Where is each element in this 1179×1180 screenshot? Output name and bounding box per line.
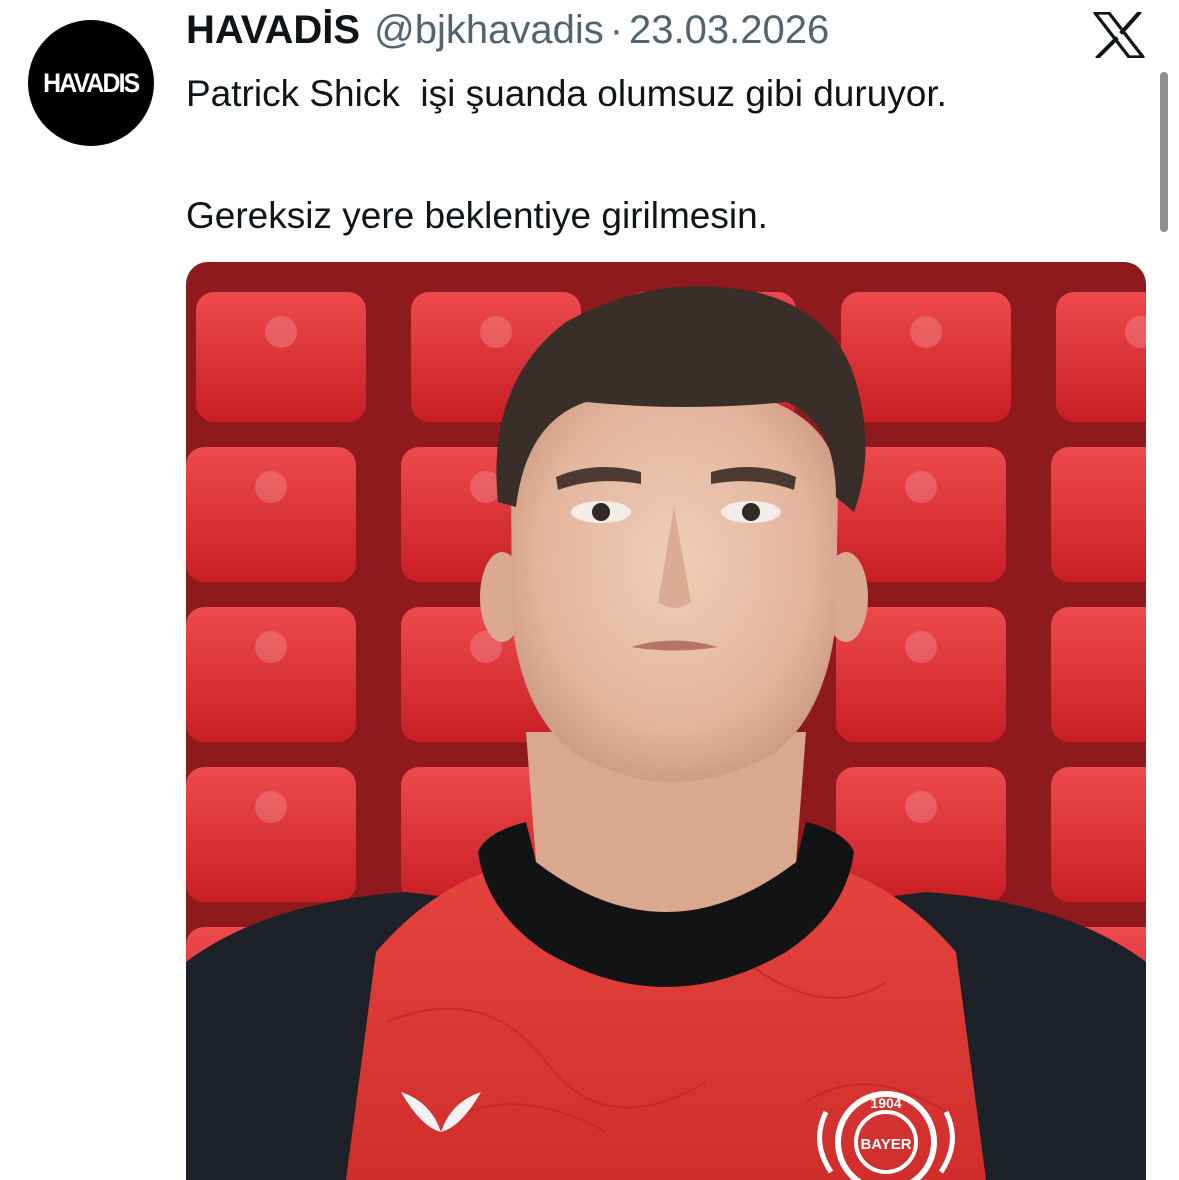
player-photo: 1904 BAYER: [186, 262, 1146, 1180]
author-handle[interactable]: @bjkhavadis: [374, 8, 604, 53]
tweet-card[interactable]: HAVADIS HAVADİS @bjkhavadis · 23.03.2026…: [0, 0, 1179, 1180]
tweet-text: Patrick Shick işi şuanda olumsuz gibi du…: [186, 72, 1146, 238]
crest-year: 1904: [870, 1095, 901, 1111]
tweet-text-line-1: Patrick Shick işi şuanda olumsuz gibi du…: [186, 73, 947, 114]
author-name[interactable]: HAVADİS: [186, 8, 360, 53]
x-logo-icon: [1093, 12, 1145, 58]
tweet-date[interactable]: 23.03.2026: [629, 8, 829, 53]
tweet-text-line-2: Gereksiz yere beklentiye girilmesin.: [186, 195, 768, 236]
tweet-media-photo[interactable]: 1904 BAYER: [186, 262, 1146, 1180]
tweet-header: HAVADİS @bjkhavadis · 23.03.2026: [186, 8, 829, 60]
profile-avatar[interactable]: HAVADIS: [28, 20, 154, 146]
crest-text: BAYER: [860, 1136, 911, 1153]
scrollbar[interactable]: [1160, 72, 1168, 232]
header-separator: ·: [609, 8, 624, 52]
havadis-logo: HAVADIS: [43, 67, 140, 98]
